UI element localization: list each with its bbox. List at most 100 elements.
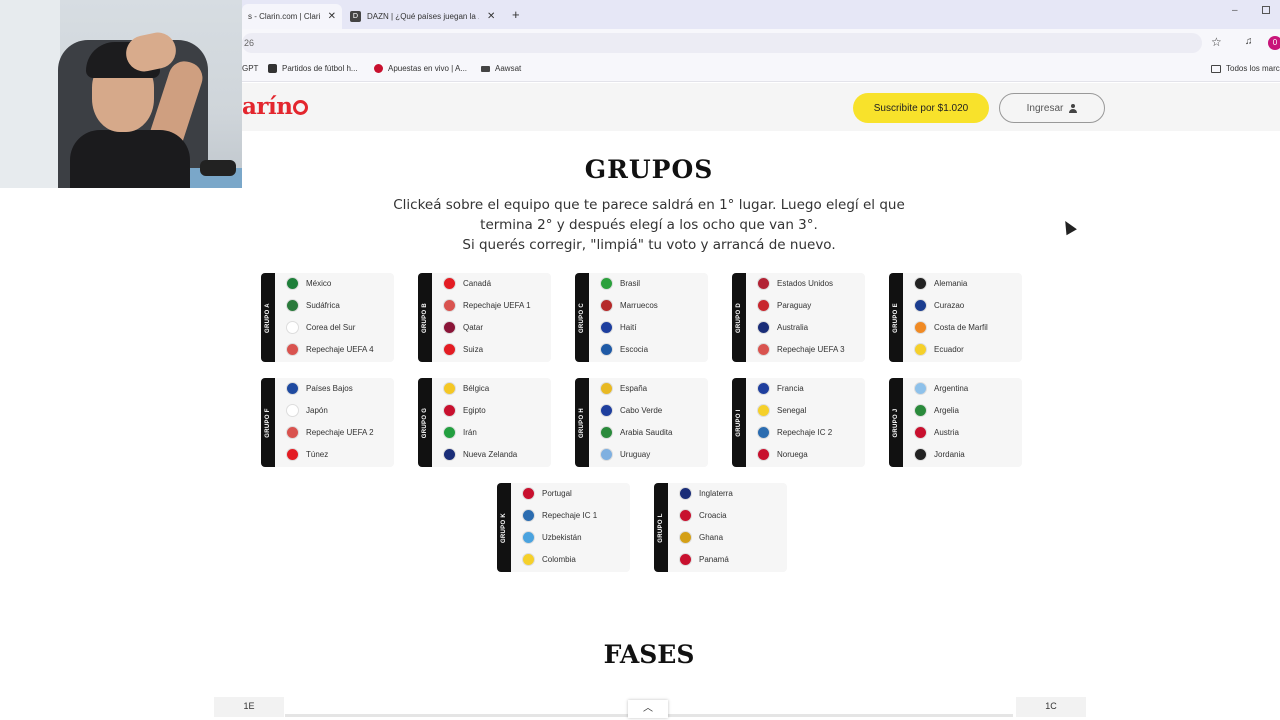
team-option[interactable]: Croacia (679, 507, 727, 523)
team-option[interactable]: Canadá (443, 275, 491, 291)
team-option[interactable]: Egipto (443, 402, 486, 418)
team-option[interactable]: Jordania (914, 446, 965, 462)
team-option[interactable]: Austria (914, 424, 959, 440)
team-name: Sudáfrica (306, 300, 340, 310)
tab-dazn[interactable]: D DAZN | ¿Qué países juegan la ... ✕ (344, 4, 504, 29)
team-option[interactable]: Argentina (914, 380, 968, 396)
team-name: Repechaje IC 1 (542, 510, 598, 520)
team-option[interactable]: Haití (600, 319, 636, 335)
team-option[interactable]: Cabo Verde (600, 402, 662, 418)
flag-icon (914, 342, 927, 356)
team-name: Noruega (777, 449, 808, 459)
team-name: Colombia (542, 554, 576, 564)
close-icon[interactable]: ✕ (328, 11, 336, 22)
team-option[interactable]: Qatar (443, 319, 483, 335)
flag-icon (914, 447, 927, 461)
dazn-favicon-icon: D (350, 11, 361, 22)
team-option[interactable]: Suiza (443, 341, 483, 357)
team-option[interactable]: Bélgica (443, 380, 489, 396)
team-option[interactable]: Nueva Zelanda (443, 446, 517, 462)
media-controls-icon[interactable]: ♫ (1245, 36, 1253, 47)
profile-avatar[interactable]: 0 (1268, 36, 1280, 50)
team-name: Cabo Verde (620, 405, 663, 415)
team-option[interactable]: Ecuador (914, 341, 964, 357)
team-option[interactable]: Repechaje IC 2 (757, 424, 832, 440)
team-option[interactable]: Senegal (757, 402, 806, 418)
team-option[interactable]: Curazao (914, 297, 964, 313)
team-name: Bélgica (463, 383, 490, 393)
group-card: GRUPO E Alemania Curazao Costa de Marfil Ecu… (889, 273, 1022, 362)
team-option[interactable]: Panamá (679, 551, 729, 567)
team-option[interactable]: Repechaje UEFA 1 (443, 297, 531, 313)
team-option[interactable]: Costa de Marfil (914, 319, 988, 335)
bookmark-aawsat[interactable]: Aawsat (481, 64, 521, 73)
team-option[interactable]: Uzbekistán (522, 529, 582, 545)
team-option[interactable]: Repechaje IC 1 (522, 507, 597, 523)
team-option[interactable]: México (286, 275, 331, 291)
cam-body (70, 130, 190, 188)
team-option[interactable]: Marruecos (600, 297, 658, 313)
flag-icon (679, 530, 692, 544)
clarin-logo[interactable]: arín (242, 93, 309, 120)
new-tab-button[interactable]: + (512, 7, 520, 22)
team-option[interactable]: Inglaterra (679, 485, 733, 501)
team-option[interactable]: Francia (757, 380, 804, 396)
team-name: Curazao (934, 300, 965, 310)
team-option[interactable]: Ghana (679, 529, 723, 545)
team-option[interactable]: Repechaje UEFA 3 (757, 341, 845, 357)
bookmark-partidos[interactable]: Partidos de fútbol h... (268, 64, 358, 73)
group-label-tab: GRUPO B (418, 273, 432, 362)
team-option[interactable]: Repechaje UEFA 2 (286, 424, 374, 440)
flag-icon (757, 381, 770, 395)
team-name: Nueva Zelanda (463, 449, 518, 459)
team-option[interactable]: Paraguay (757, 297, 811, 313)
maximize-window-button[interactable] (1262, 6, 1270, 14)
team-option[interactable]: Túnez (286, 446, 328, 462)
bookmark-star-icon[interactable]: ☆ (1211, 35, 1222, 49)
team-option[interactable]: Australia (757, 319, 808, 335)
instructions-line-1: Clickeá sobre el equipo que te parece sa… (393, 197, 905, 213)
flag-icon (914, 320, 927, 334)
group-label-tab: GRUPO C (575, 273, 589, 362)
team-option[interactable]: Corea del Sur (286, 319, 355, 335)
team-option[interactable]: Sudáfrica (286, 297, 340, 313)
url-field[interactable]: 26 (242, 33, 1202, 53)
team-option[interactable]: Brasil (600, 275, 640, 291)
flag-icon (757, 342, 770, 356)
team-option[interactable]: Colombia (522, 551, 576, 567)
team-option[interactable]: Irán (443, 424, 477, 440)
team-name: Brasil (620, 278, 641, 288)
team-option[interactable]: Japón (286, 402, 328, 418)
team-option[interactable]: Escocia (600, 341, 648, 357)
team-option[interactable]: Arabia Saudita (600, 424, 672, 440)
login-button[interactable]: Ingresar (999, 93, 1105, 123)
team-option[interactable]: Repechaje UEFA 4 (286, 341, 374, 357)
group-label-tab: GRUPO E (889, 273, 903, 362)
group-label: GRUPO E (893, 302, 899, 333)
chevron-up-icon[interactable]: ︿ (628, 700, 668, 718)
team-option[interactable]: Noruega (757, 446, 808, 462)
flag-icon (600, 298, 613, 312)
close-icon[interactable]: ✕ (487, 11, 495, 22)
bookmark-folder-all[interactable]: Todos los marc (1211, 64, 1280, 73)
phase-slot-right[interactable]: 1C (1016, 697, 1086, 717)
tab-clarin[interactable]: s - Clarin.com | Clarín ✕ (242, 4, 342, 29)
group-label-tab: GRUPO A (261, 273, 275, 362)
flag-icon (600, 276, 613, 290)
tab-title: DAZN | ¿Qué países juegan la ... (367, 12, 479, 21)
phase-slot-left[interactable]: 1E (214, 697, 284, 717)
team-option[interactable]: España (600, 380, 647, 396)
bookmark-apuestas[interactable]: Apuestas en vivo | A... (374, 64, 467, 73)
flag-icon (914, 381, 927, 395)
team-option[interactable]: Alemania (914, 275, 967, 291)
team-option[interactable]: Estados Unidos (757, 275, 833, 291)
team-name: Argentina (934, 383, 969, 393)
team-option[interactable]: Portugal (522, 485, 572, 501)
team-option[interactable]: Argelia (914, 402, 959, 418)
team-option[interactable]: Países Bajos (286, 380, 353, 396)
flag-icon (600, 447, 613, 461)
subscribe-button[interactable]: Suscribite por $1.020 (853, 93, 989, 123)
team-option[interactable]: Uruguay (600, 446, 650, 462)
bookmark-gpt[interactable]: GPT (242, 64, 258, 73)
minimize-window-button[interactable]: – (1232, 5, 1238, 16)
